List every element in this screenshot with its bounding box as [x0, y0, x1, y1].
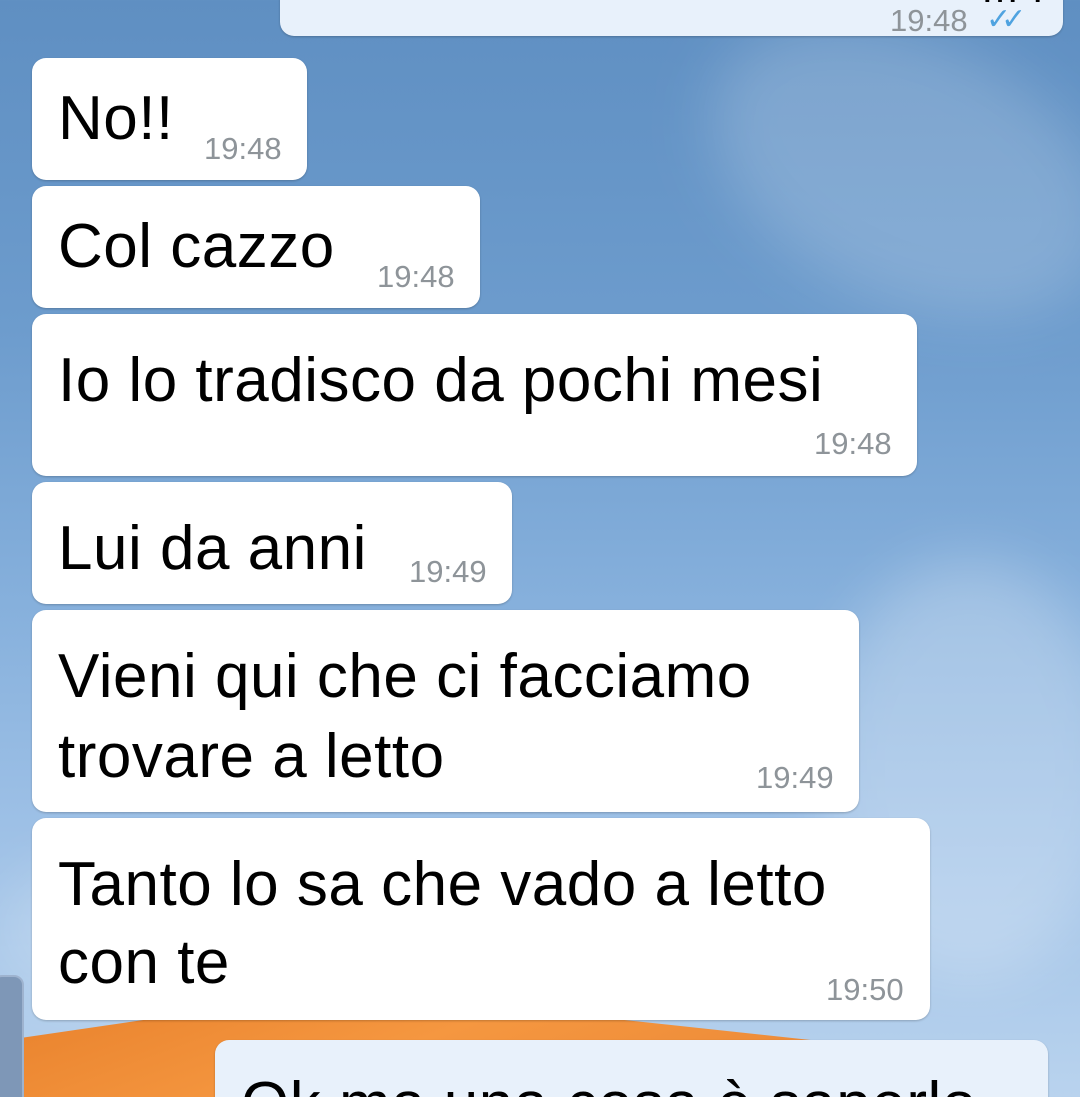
message-text: Ok ma una cosa è saperlo	[241, 1066, 977, 1097]
message-time: 19:49	[756, 760, 834, 795]
message-text: Col cazzo	[58, 212, 335, 281]
outgoing-message-bubble[interactable]: Ok ma una cosa è saperlo	[215, 1040, 1048, 1097]
double-check-icon: ✓✓	[986, 3, 1026, 36]
incoming-message-bubble[interactable]: Io lo tradisco da pochi mesi 19:48	[32, 314, 917, 476]
message-text-line: trovare a letto	[58, 722, 445, 791]
message-text: Io lo tradisco da pochi mesi	[58, 346, 824, 415]
outgoing-message-bubble[interactable]: … . 19:48 ✓✓	[280, 0, 1063, 38]
message-time: 19:48	[204, 131, 282, 166]
message-text: No!!	[58, 84, 174, 153]
message-time: 19:48	[377, 259, 455, 294]
message-time: 19:49	[409, 554, 487, 589]
message-text-line: Vieni qui che ci facciamo	[58, 642, 752, 711]
left-edge-panel	[0, 975, 24, 1097]
incoming-message-bubble[interactable]: Vieni qui che ci facciamo trovare a lett…	[32, 610, 859, 812]
incoming-message-bubble[interactable]: Lui da anni 19:49	[32, 482, 512, 604]
message-time: 19:50	[826, 972, 904, 1007]
message-text: Lui da anni	[58, 514, 367, 583]
message-time: 19:48	[814, 426, 892, 461]
incoming-message-bubble[interactable]: No!! 19:48	[32, 58, 307, 180]
message-text-line: con te	[58, 928, 230, 997]
incoming-message-bubble[interactable]: Col cazzo 19:48	[32, 186, 480, 308]
message-text-line: Tanto lo sa che vado a letto	[58, 850, 827, 919]
incoming-message-bubble[interactable]: Tanto lo sa che vado a letto con te 19:5…	[32, 818, 930, 1020]
message-time: 19:48	[890, 3, 968, 38]
